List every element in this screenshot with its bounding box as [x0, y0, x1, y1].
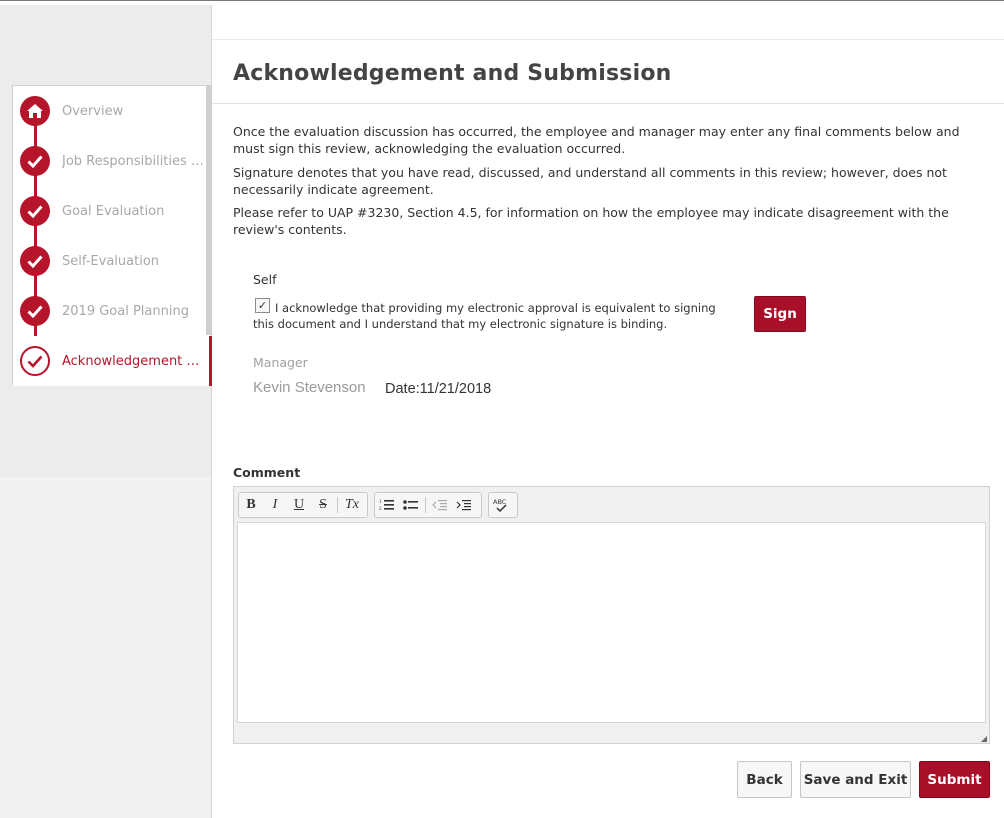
comment-textarea[interactable]: [237, 522, 986, 723]
page-title: Acknowledgement and Submission: [233, 61, 672, 86]
resize-grip-icon[interactable]: [981, 736, 987, 742]
step-label: Overview: [62, 103, 124, 119]
save-and-exit-button[interactable]: Save and Exit: [800, 761, 911, 798]
manager-section-label: Manager: [253, 355, 308, 370]
svg-text:1: 1: [379, 500, 382, 505]
step-label: Self-Evaluation: [62, 253, 160, 269]
list-toolbar: 12: [374, 492, 482, 518]
self-section-label: Self: [253, 272, 277, 287]
policy-reference-paragraph: Please refer to UAP #3230, Section 4.5, …: [233, 205, 949, 237]
acknowledgement-text: I acknowledge that providing my electron…: [253, 301, 716, 331]
bold-button[interactable]: B: [239, 493, 263, 517]
spellcheck-icon[interactable]: ABC: [489, 493, 513, 517]
step-label: Acknowledgement and...: [62, 353, 207, 369]
strikethrough-button[interactable]: S: [311, 493, 335, 517]
header-divider: [212, 39, 1004, 40]
checkmark-icon: [20, 296, 50, 326]
sign-button[interactable]: Sign: [754, 296, 806, 332]
numbered-list-icon[interactable]: 12: [375, 493, 399, 517]
bulleted-list-icon[interactable]: [399, 493, 423, 517]
step-navigator: Overview Job Responsibilities Ev... Goal…: [12, 85, 214, 386]
comment-editor: B I U S Tx 12 ABC: [233, 486, 990, 744]
underline-button[interactable]: U: [287, 493, 311, 517]
intro-paragraph: Once the evaluation discussion has occur…: [233, 124, 960, 156]
spellcheck-toolbar: ABC: [488, 492, 518, 518]
step-label: Goal Evaluation: [62, 203, 165, 219]
checkmark-icon: [20, 196, 50, 226]
svg-text:ABC: ABC: [493, 498, 507, 506]
step-acknowledgement[interactable]: Acknowledgement and...: [13, 336, 214, 386]
submit-button[interactable]: Submit: [919, 761, 990, 798]
checkmark-icon: [20, 346, 50, 376]
step-job-responsibilities[interactable]: Job Responsibilities Ev...: [13, 136, 213, 186]
toolbar-separator: [425, 497, 426, 513]
remove-format-button[interactable]: Tx: [340, 493, 364, 517]
italic-button[interactable]: I: [263, 493, 287, 517]
home-icon: [20, 96, 50, 126]
step-label: Job Responsibilities Ev...: [62, 153, 207, 169]
comment-label: Comment: [233, 465, 301, 480]
step-self-evaluation[interactable]: Self-Evaluation: [13, 236, 213, 286]
signature-note-paragraph: Signature denotes that you have read, di…: [233, 165, 947, 197]
checkmark-icon: [20, 146, 50, 176]
text-style-toolbar: B I U S Tx: [238, 492, 368, 518]
title-divider: [212, 103, 1004, 104]
manager-signature-name: Kevin Stevenson: [253, 379, 366, 396]
acknowledge-checkbox[interactable]: ✓: [255, 298, 270, 313]
checkmark-icon: [20, 246, 50, 276]
svg-text:2: 2: [379, 507, 382, 512]
indent-icon[interactable]: [452, 493, 476, 517]
toolbar-separator: [337, 497, 338, 513]
back-button[interactable]: Back: [737, 761, 792, 798]
step-label: 2019 Goal Planning: [62, 303, 189, 319]
step-goal-planning[interactable]: 2019 Goal Planning: [13, 286, 213, 336]
step-overview[interactable]: Overview: [13, 86, 213, 136]
manager-signature-date: Date:11/21/2018: [385, 381, 492, 397]
main-content: Acknowledgement and Submission Once the …: [212, 5, 1004, 818]
outdent-icon[interactable]: [428, 493, 452, 517]
step-goal-evaluation[interactable]: Goal Evaluation: [13, 186, 213, 236]
